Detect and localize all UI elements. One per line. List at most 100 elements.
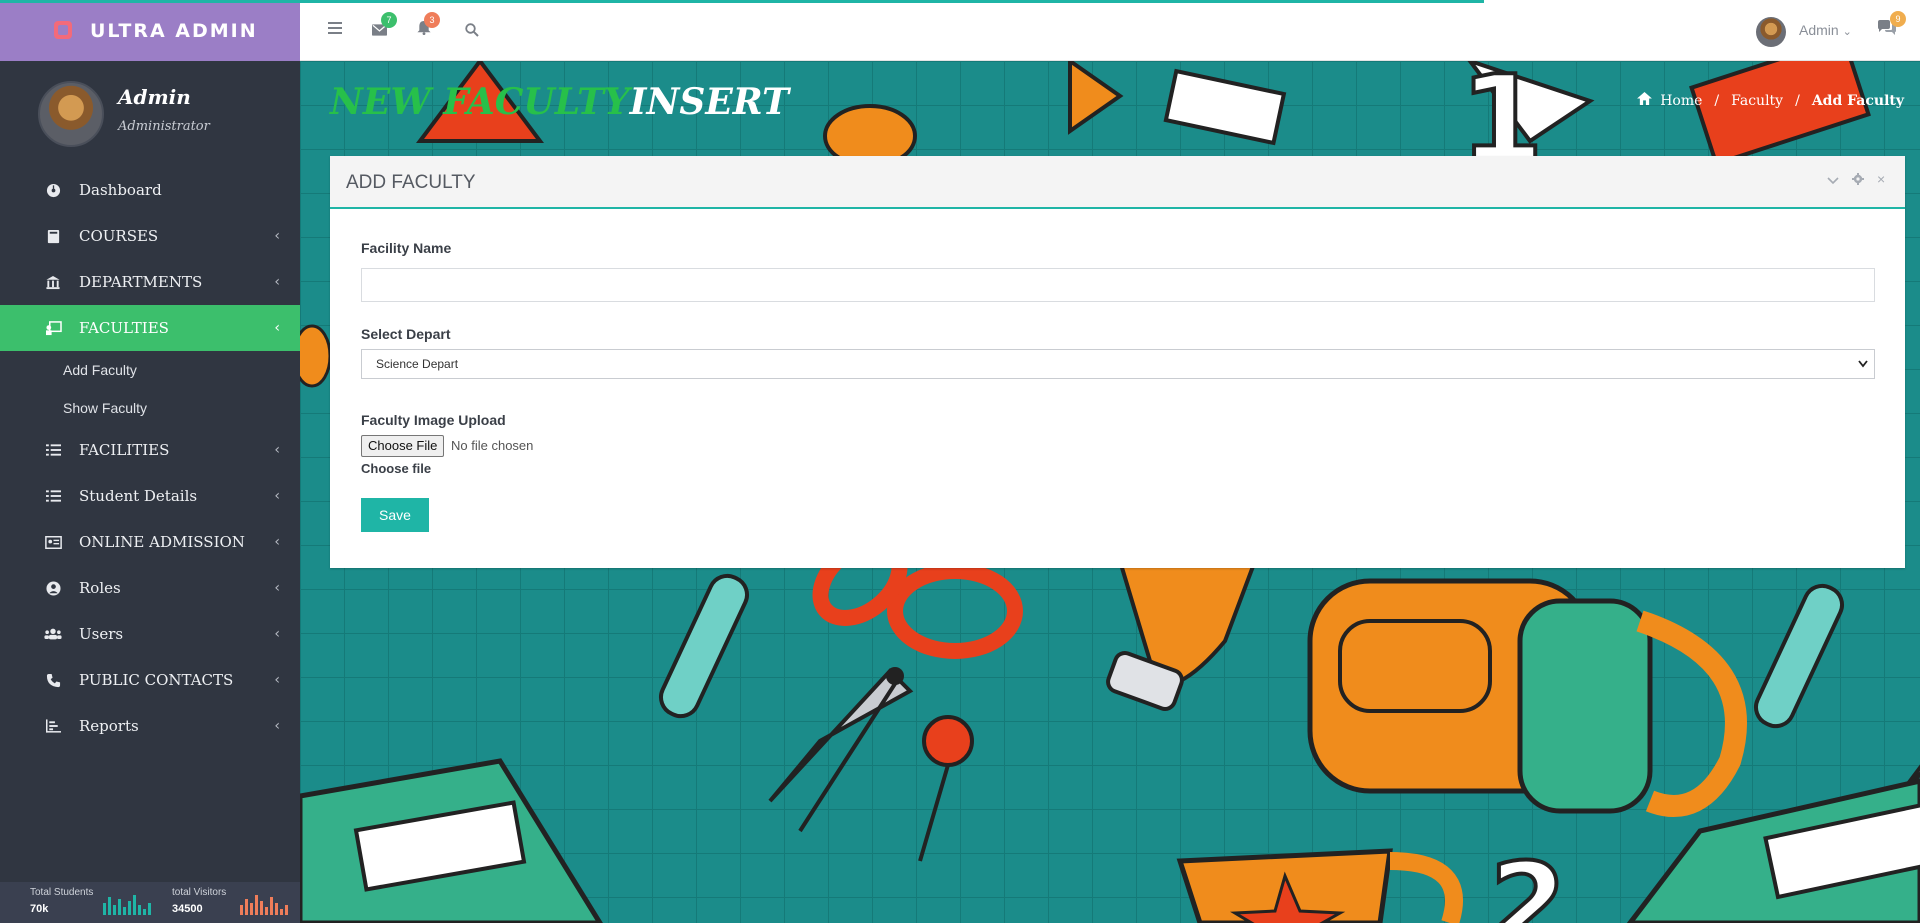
sidebar-item-users[interactable]: Users ‹	[0, 611, 300, 657]
page-title: NEW FACULTYINSERT	[330, 81, 789, 123]
panel-title: ADD FACULTY	[346, 172, 476, 193]
breadcrumb-faculty-link[interactable]: Faculty	[1731, 93, 1783, 109]
institution-icon	[44, 273, 62, 291]
page-title-part-1: NEW FACULTY	[330, 81, 630, 123]
sidebar-item-label: Users	[79, 625, 124, 643]
sidebar-item-reports[interactable]: Reports ‹	[0, 703, 300, 749]
chevron-left-icon: ‹	[274, 718, 280, 734]
chevron-left-icon: ‹	[274, 672, 280, 688]
sidebar-item-student-details[interactable]: Student Details ‹	[0, 473, 300, 519]
gear-icon[interactable]	[1852, 173, 1864, 188]
chat-badge: 9	[1890, 11, 1906, 27]
list-icon	[44, 441, 62, 459]
sparkline-bar	[148, 903, 151, 915]
brand-logo-icon	[54, 21, 72, 39]
collapse-chevron-icon[interactable]	[1827, 174, 1839, 188]
sidebar-item-label: Roles	[79, 579, 121, 597]
sparkline-bar	[118, 899, 121, 915]
total-students-label: Total Students	[30, 887, 94, 898]
notification-badge: 3	[424, 12, 440, 28]
chevron-down-icon	[1858, 350, 1868, 388]
main-content: 2 1 NEW FACULTYINSERT Home / Faculty / A…	[300, 61, 1920, 923]
breadcrumb-separator: /	[1714, 92, 1720, 109]
top-header: 7 3 Admin ⌄ 9	[300, 0, 1920, 61]
choose-file-button[interactable]: Choose File	[361, 435, 445, 457]
facility-name-label: Facility Name	[361, 240, 452, 256]
faculty-image-label: Faculty Image Upload	[361, 412, 506, 428]
hamburger-menu-icon[interactable]	[328, 19, 342, 39]
total-visitors-value: 34500	[172, 903, 203, 915]
top-progress-bar	[0, 0, 1484, 3]
depart-select[interactable]: Science Depart	[361, 349, 1875, 379]
user-circle-icon	[44, 579, 62, 597]
sidebar-item-faculties[interactable]: FACULTIES ‹	[0, 305, 300, 351]
breadcrumb-separator: /	[1795, 92, 1800, 109]
brand-name: ULTRA ADMIN	[90, 19, 258, 42]
visitors-sparkline	[240, 893, 288, 915]
sidebar-menu: Dashboard COURSES ‹ DEPARTMENTS ‹ FACULT…	[0, 167, 300, 749]
sidebar-item-facilities[interactable]: FACILITIES ‹	[0, 427, 300, 473]
sidebar-item-roles[interactable]: Roles ‹	[0, 565, 300, 611]
panel-header: ADD FACULTY ×	[330, 156, 1905, 209]
sparkline-bar	[240, 905, 243, 915]
id-card-icon	[44, 533, 62, 551]
sparkline-bar	[285, 905, 288, 915]
file-status-text: No file chosen	[451, 438, 534, 453]
total-students-value: 70k	[30, 903, 49, 915]
sparkline-bar	[255, 895, 258, 915]
submenu-add-faculty[interactable]: Add Faculty	[0, 351, 300, 389]
user-avatar[interactable]	[1756, 17, 1786, 47]
mail-badge: 7	[381, 12, 397, 28]
sidebar-item-departments[interactable]: DEPARTMENTS ‹	[0, 259, 300, 305]
user-name: Admin	[1799, 22, 1839, 38]
sidebar-item-courses[interactable]: COURSES ‹	[0, 213, 300, 259]
breadcrumb-home-link[interactable]: Home	[1660, 93, 1702, 109]
facility-name-input[interactable]	[361, 268, 1875, 302]
chevron-left-icon: ‹	[274, 626, 280, 642]
svg-text:2: 2	[1490, 839, 1567, 923]
chevron-left-icon: ‹	[274, 274, 280, 290]
page-title-part-2: INSERT	[629, 81, 789, 123]
sparkline-bar	[108, 897, 111, 915]
users-icon	[44, 625, 62, 643]
profile-role: Administrator	[118, 119, 210, 134]
sparkline-bar	[280, 909, 283, 915]
breadcrumb-current: Add Faculty	[1811, 92, 1904, 109]
chevron-down-icon: ⌄	[1842, 26, 1852, 38]
sidebar: ULTRA ADMIN Admin Administrator Dashboar…	[0, 0, 300, 923]
sparkline-bar	[275, 903, 278, 915]
sidebar-item-dashboard[interactable]: Dashboard	[0, 167, 300, 213]
sparkline-bar	[250, 903, 253, 915]
sparkline-bar	[103, 903, 106, 915]
close-icon[interactable]: ×	[1877, 171, 1885, 187]
select-depart-label: Select Depart	[361, 326, 451, 342]
brand-bar[interactable]: ULTRA ADMIN	[0, 0, 300, 61]
search-icon[interactable]	[465, 22, 479, 42]
chevron-left-icon: ‹	[274, 534, 280, 550]
sparkline-bar	[138, 905, 141, 915]
submenu-show-faculty[interactable]: Show Faculty	[0, 389, 300, 427]
sidebar-stats-footer: Total Students 70k total Visitors 34500	[0, 882, 300, 923]
sidebar-profile: Admin Administrator	[0, 61, 300, 167]
sparkline-bar	[143, 909, 146, 915]
sparkline-bar	[270, 897, 273, 915]
chevron-left-icon: ‹	[274, 488, 280, 504]
add-faculty-panel: ADD FACULTY × Facility Name Select Depar…	[330, 156, 1905, 568]
teacher-icon	[44, 319, 62, 337]
profile-avatar[interactable]	[38, 81, 104, 147]
sidebar-item-online-admission[interactable]: ONLINE ADMISSION ‹	[0, 519, 300, 565]
sparkline-bar	[128, 901, 131, 915]
book-icon	[44, 227, 62, 245]
sidebar-item-label: Student Details	[79, 487, 198, 505]
students-sparkline	[103, 893, 151, 915]
sparkline-bar	[133, 895, 136, 915]
user-menu-label[interactable]: Admin ⌄	[1799, 22, 1852, 38]
dashboard-icon	[44, 181, 62, 199]
save-button[interactable]: Save	[361, 498, 429, 532]
depart-selected-value: Science Depart	[376, 357, 459, 371]
sidebar-item-public-contacts[interactable]: PUBLIC CONTACTS ‹	[0, 657, 300, 703]
sparkline-bar	[265, 907, 268, 915]
list-icon	[44, 487, 62, 505]
sidebar-item-label: COURSES	[79, 227, 159, 245]
sidebar-item-label: FACULTIES	[79, 319, 169, 337]
